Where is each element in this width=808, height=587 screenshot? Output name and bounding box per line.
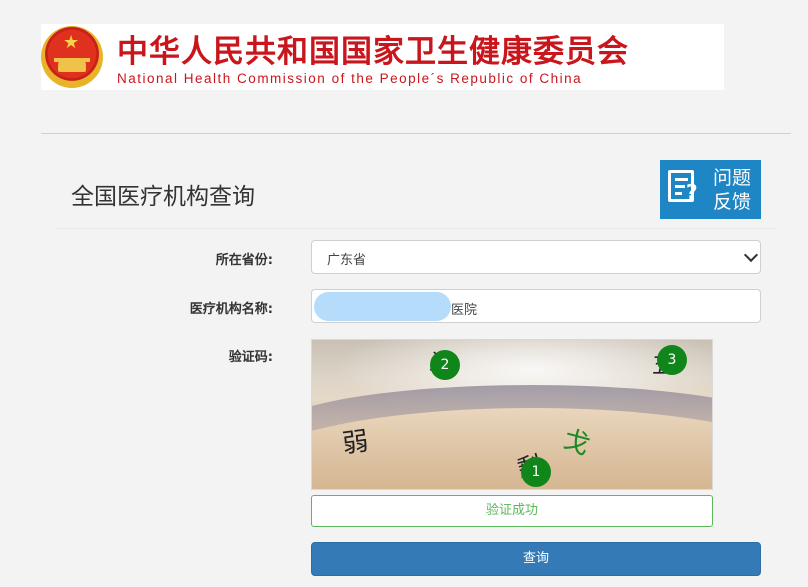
institution-name-value: 医院 <box>451 303 478 318</box>
query-button[interactable]: 查询 <box>311 542 761 576</box>
province-select[interactable]: 广东省 <box>311 240 761 274</box>
province-label: 所在省份: <box>215 253 273 268</box>
site-title-en: National Health Commission of the People… <box>117 71 583 86</box>
feedback-label-line1: 问题 <box>713 167 752 189</box>
chevron-down-icon <box>743 247 759 263</box>
province-selected-value: 广东省 <box>327 253 367 268</box>
click-marker: 3 <box>657 345 687 375</box>
redacted-text-mask <box>314 292 451 321</box>
question-mark-icon: ? <box>686 180 698 204</box>
click-marker: 1 <box>521 457 551 487</box>
click-marker: 2 <box>430 350 460 380</box>
institution-label: 医疗机构名称: <box>189 302 273 317</box>
header-divider <box>41 133 791 134</box>
national-emblem-icon: ★ <box>41 26 103 88</box>
captcha-image[interactable]: 弱 戈 剩 游 五 1 2 3 <box>311 339 713 490</box>
captcha-char[interactable]: 弱 <box>340 420 371 460</box>
feedback-button[interactable]: ? 问题 反馈 <box>660 160 761 219</box>
site-title-cn: 中华人民共和国国家卫生健康委员会 <box>117 34 629 70</box>
captcha-label: 验证码: <box>228 350 273 365</box>
captcha-status: 验证成功 <box>311 495 713 527</box>
title-divider <box>56 228 776 229</box>
institution-name-input[interactable]: 医院 <box>311 289 761 323</box>
feedback-label-line2: 反馈 <box>713 191 752 213</box>
page-title: 全国医疗机构查询 <box>71 184 255 210</box>
site-header: ★ 中华人民共和国国家卫生健康委员会 National Health Commi… <box>41 24 724 90</box>
